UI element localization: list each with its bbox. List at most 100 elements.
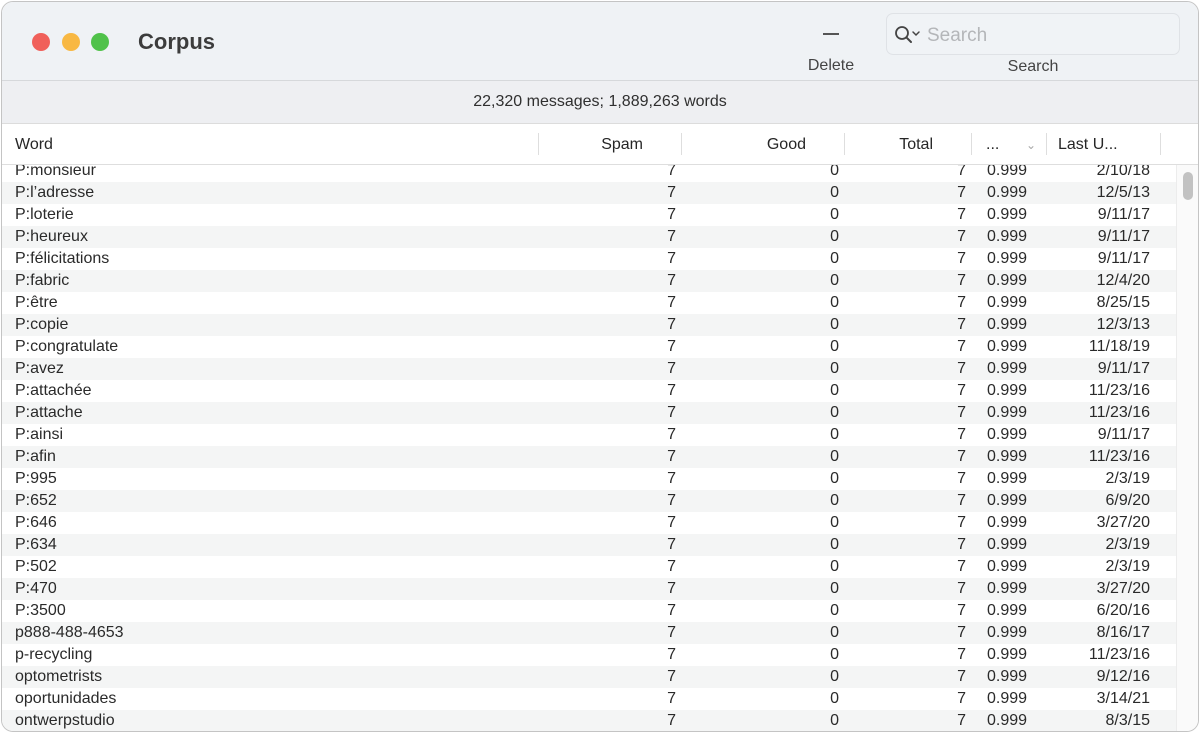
column-header-total[interactable]: Total	[845, 124, 972, 164]
search-input[interactable]	[925, 22, 1169, 50]
cell-last-used: 9/11/17	[1097, 426, 1150, 443]
cell-probability: 0.999	[987, 165, 1028, 179]
cell-spam: 7	[667, 316, 676, 333]
cell-word: optometrists	[15, 668, 103, 685]
cell-spam: 7	[667, 448, 676, 465]
cell-spam: 7	[667, 360, 676, 377]
cell-spam: 7	[667, 580, 676, 597]
cell-good: 0	[830, 514, 839, 531]
cell-last-used: 11/23/16	[1088, 404, 1150, 421]
cell-word: P:avez	[15, 360, 64, 377]
cell-last-used: 8/25/15	[1096, 294, 1150, 311]
corpus-summary: 22,320 messages; 1,889,263 words	[2, 81, 1198, 124]
cell-last-used: 2/3/19	[1105, 536, 1150, 553]
table-row[interactable]: P:l’adresse 7 0 7 0.999 12/5/13	[2, 182, 1176, 204]
table-row[interactable]: P:loterie 7 0 7 0.999 9/11/17	[2, 204, 1176, 226]
table-row[interactable]: p-recycling 7 0 7 0.999 11/23/16	[2, 644, 1176, 666]
cell-spam: 7	[667, 602, 676, 619]
cell-word: P:634	[15, 536, 57, 553]
cell-good: 0	[830, 580, 839, 597]
column-header-probability[interactable]: ... ⌄	[972, 124, 1047, 164]
cell-good: 0	[830, 272, 839, 289]
table-row[interactable]: P:fabric 7 0 7 0.999 12/4/20	[2, 270, 1176, 292]
close-window-button[interactable]	[32, 33, 50, 51]
magnifier-dropdown-icon[interactable]	[894, 25, 922, 45]
cell-probability: 0.999	[987, 602, 1028, 619]
table-row[interactable]: P:ainsi 7 0 7 0.999 9/11/17	[2, 424, 1176, 446]
cell-spam: 7	[667, 514, 676, 531]
vertical-scrollbar[interactable]	[1176, 165, 1198, 731]
cell-word: P:monsieur	[15, 165, 96, 179]
column-header-spam[interactable]: Spam	[539, 124, 682, 164]
table-row[interactable]: P:félicitations 7 0 7 0.999 9/11/17	[2, 248, 1176, 270]
cell-word: P:470	[15, 580, 57, 597]
maximize-window-button[interactable]	[91, 33, 109, 51]
cell-total: 7	[957, 184, 966, 201]
cell-total: 7	[957, 492, 966, 509]
column-header-word[interactable]: Word	[2, 124, 539, 164]
column-header-good[interactable]: Good	[682, 124, 845, 164]
cell-spam: 7	[667, 426, 676, 443]
cell-probability: 0.999	[987, 360, 1028, 377]
table-row[interactable]: P:646 7 0 7 0.999 3/27/20	[2, 512, 1176, 534]
table-row[interactable]: P:652 7 0 7 0.999 6/9/20	[2, 490, 1176, 512]
table-row[interactable]: P:3500 7 0 7 0.999 6/20/16	[2, 600, 1176, 622]
cell-spam: 7	[667, 294, 676, 311]
cell-last-used: 8/16/17	[1096, 624, 1150, 641]
cell-probability: 0.999	[987, 448, 1028, 465]
table-row[interactable]: P:avez 7 0 7 0.999 9/11/17	[2, 358, 1176, 380]
cell-last-used: 8/3/15	[1105, 712, 1150, 729]
search-toolbar-item: Search	[886, 13, 1180, 79]
table-row[interactable]: P:470 7 0 7 0.999 3/27/20	[2, 578, 1176, 600]
table-row[interactable]: optometrists 7 0 7 0.999 9/12/16	[2, 666, 1176, 688]
table-row[interactable]: ontwerpstudio 7 0 7 0.999 8/3/15	[2, 710, 1176, 731]
scrollbar-thumb[interactable]	[1183, 172, 1193, 200]
cell-probability: 0.999	[987, 514, 1028, 531]
cell-total: 7	[957, 536, 966, 553]
table-row[interactable]: P:monsieur 7 0 7 0.999 2/10/18	[2, 165, 1176, 182]
minimize-window-button[interactable]	[62, 33, 80, 51]
cell-good: 0	[830, 294, 839, 311]
cell-good: 0	[830, 624, 839, 641]
cell-total: 7	[957, 294, 966, 311]
cell-spam: 7	[667, 404, 676, 421]
cell-probability: 0.999	[987, 580, 1028, 597]
delete-button[interactable]: Delete	[800, 18, 862, 78]
cell-good: 0	[830, 165, 839, 179]
cell-word: P:3500	[15, 602, 66, 619]
table-row[interactable]: P:attache 7 0 7 0.999 11/23/16	[2, 402, 1176, 424]
title-bar: Corpus Delete Search	[2, 2, 1198, 81]
cell-total: 7	[957, 712, 966, 729]
cell-total: 7	[957, 690, 966, 707]
cell-word: P:copie	[15, 316, 69, 333]
cell-spam: 7	[667, 712, 676, 729]
table-row[interactable]: P:afin 7 0 7 0.999 11/23/16	[2, 446, 1176, 468]
search-field[interactable]	[886, 13, 1180, 55]
table-row[interactable]: P:995 7 0 7 0.999 2/3/19	[2, 468, 1176, 490]
table-row[interactable]: P:copie 7 0 7 0.999 12/3/13	[2, 314, 1176, 336]
cell-word: oportunidades	[15, 690, 117, 707]
table-row[interactable]: P:congratulate 7 0 7 0.999 11/18/19	[2, 336, 1176, 358]
cell-word: P:félicitations	[15, 250, 110, 267]
table-row[interactable]: P:502 7 0 7 0.999 2/3/19	[2, 556, 1176, 578]
cell-last-used: 11/23/16	[1088, 646, 1150, 663]
table-row[interactable]: P:heureux 7 0 7 0.999 9/11/17	[2, 226, 1176, 248]
cell-spam: 7	[667, 165, 676, 179]
cell-last-used: 9/11/17	[1097, 206, 1150, 223]
table-row[interactable]: p888-488-4653 7 0 7 0.999 8/16/17	[2, 622, 1176, 644]
cell-last-used: 9/11/17	[1097, 250, 1150, 267]
cell-word: P:heureux	[15, 228, 88, 245]
cell-last-used: 12/3/13	[1096, 316, 1150, 333]
column-header-last-used[interactable]: Last U...	[1047, 124, 1161, 164]
word-table: P:monsieur 7 0 7 0.999 2/10/18 P:l’adresse 7 0 7 0…	[2, 165, 1176, 731]
cell-spam: 7	[667, 228, 676, 245]
cell-total: 7	[957, 514, 966, 531]
cell-last-used: 9/11/17	[1097, 360, 1150, 377]
cell-total: 7	[957, 602, 966, 619]
table-row[interactable]: P:634 7 0 7 0.999 2/3/19	[2, 534, 1176, 556]
cell-word: P:646	[15, 514, 57, 531]
table-row[interactable]: P:attachée 7 0 7 0.999 11/23/16	[2, 380, 1176, 402]
table-row[interactable]: P:être 7 0 7 0.999 8/25/15	[2, 292, 1176, 314]
cell-last-used: 3/14/21	[1096, 690, 1150, 707]
table-row[interactable]: oportunidades 7 0 7 0.999 3/14/21	[2, 688, 1176, 710]
